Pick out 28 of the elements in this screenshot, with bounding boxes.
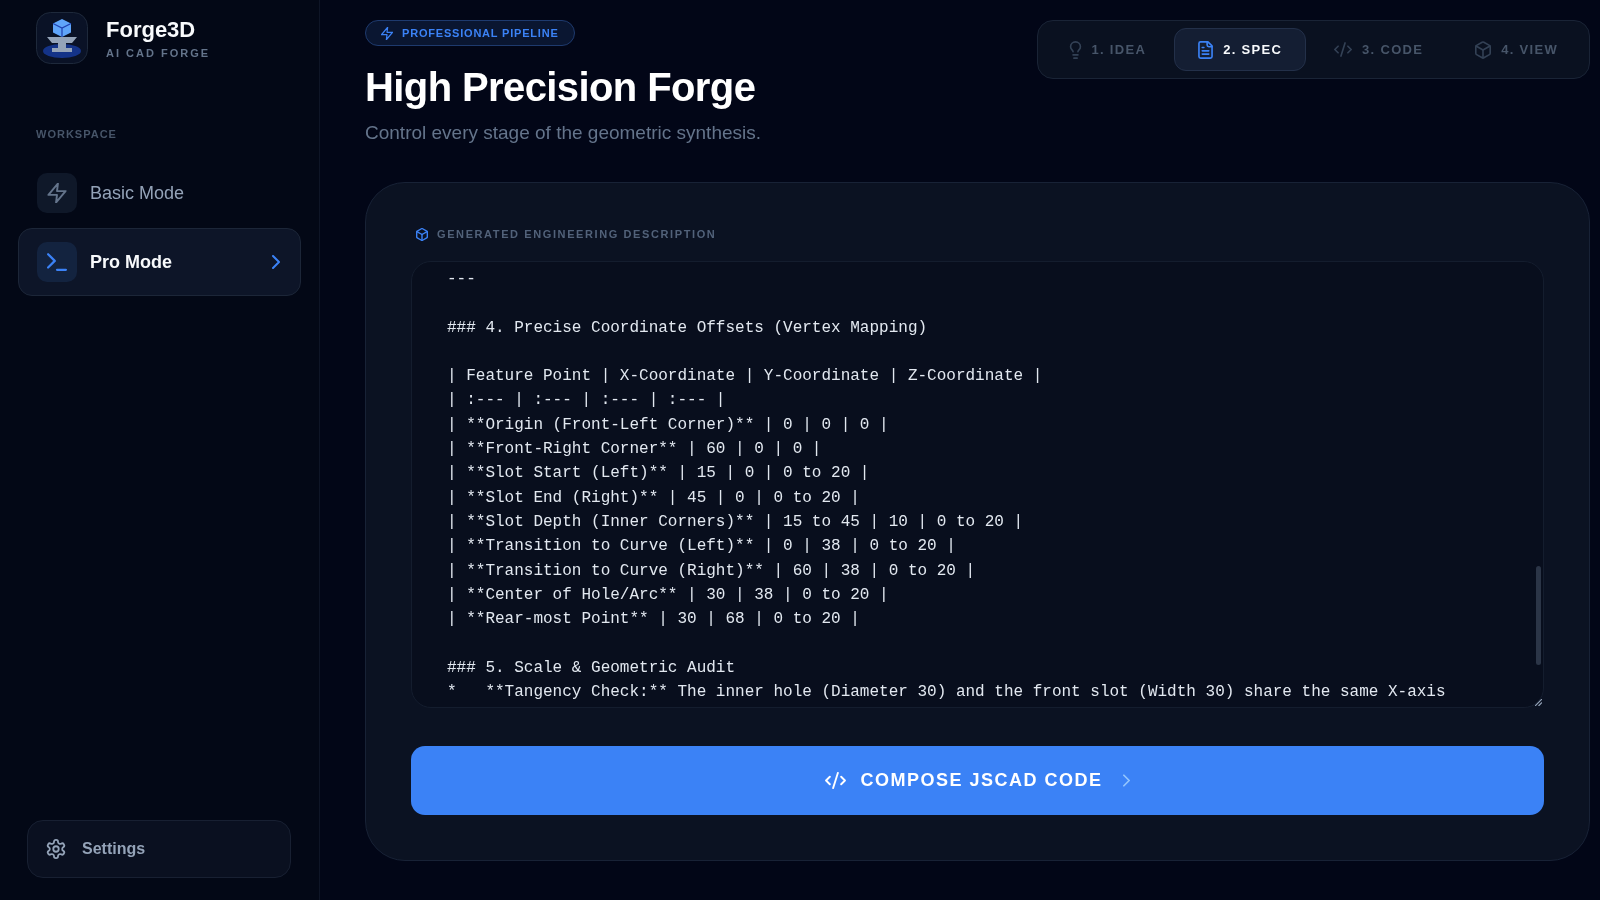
code-brackets-icon — [1334, 42, 1353, 57]
sidebar-item[interactable]: Pro Mode — [18, 228, 301, 296]
anvil-logo — [36, 12, 88, 64]
lightbulb-icon — [1068, 40, 1082, 59]
lightning-bolt-icon — [381, 26, 393, 40]
lightning-bolt-icon — [37, 173, 77, 213]
section-label: GENERATED ENGINEERING DESCRIPTION — [437, 228, 717, 240]
chevron-right-icon — [1122, 774, 1130, 787]
page-subtitle: Control every stage of the geometric synthesis. — [365, 121, 762, 145]
app-tagline: AI CAD FORGE — [106, 46, 211, 60]
terminal-prompt-icon — [37, 242, 77, 282]
badge-label: PROFESSIONAL PIPELINE — [402, 27, 559, 39]
document-icon — [1198, 40, 1214, 59]
cube-icon — [1475, 40, 1492, 59]
description-field[interactable]: --- ### 4. Precise Coordinate Offsets (Vertex Mapping) | Feature Point | X-Coordinate | Y-Coordinate | Z-Coordinate | | :--- | :--- | :--- | :--- | | **Origin (Front-Left Corner)** | 0 | 0 | 0 | | **Front-Right Corner** | 60 | 0 | 0 | | **Slot Start (Left)** | 15 | 0 | 0 to 20 | | **Slot End (Right)** | 45 | 0 | 0 to 20 | | **Slot Depth (Inner Corners)** | 15 to 45 | 10 | 0 to 20 | | **Transition to Curve (Left)** | 0 | 38 | 0 to 20 | | **Transition to Curve (Right)** | 60 | 38 | 0 to 20 | | **Center of Hole/Arc** | 30 | 38 | 0 to 20 | | **Rear-most Point** | 30 | 68 | 0 to 20 | ### 5. Scale & Geometric Audit * **Tangency Check:** The inner hole (Diameter 30) and the front slot (Width 30) share the same X-axis — [411, 261, 1544, 708]
app-name: Forge3D — [106, 16, 197, 43]
chevron-right-icon — [272, 255, 280, 269]
settings-button[interactable]: Settings — [27, 820, 291, 878]
page-title: High Precision Forge — [365, 65, 757, 109]
scrollbar-thumb[interactable] — [1536, 566, 1541, 665]
step-tab[interactable]: 2. SPEC — [1174, 28, 1307, 71]
section-label: WORKSPACE — [36, 127, 117, 141]
cube-icon — [416, 227, 428, 241]
sidebar-item[interactable]: Basic Mode — [18, 159, 301, 227]
resize-grip-icon[interactable] — [1535, 699, 1542, 706]
settings-icon — [46, 839, 66, 859]
code-brackets-icon — [825, 772, 847, 789]
compose-button[interactable]: COMPOSE JSCAD CODE — [411, 746, 1544, 815]
